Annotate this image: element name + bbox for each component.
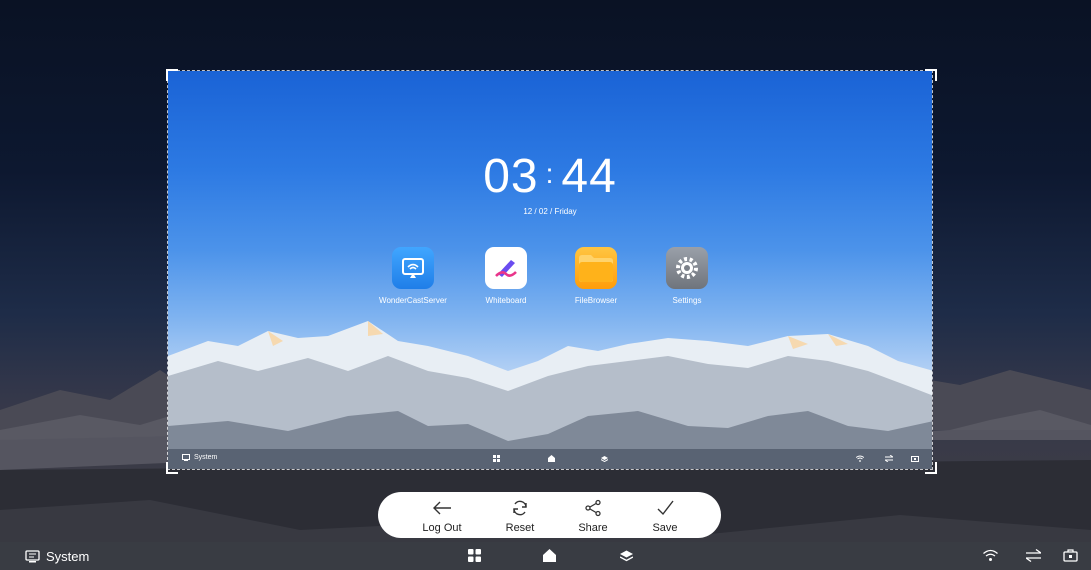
app-settings[interactable]: Settings: [642, 247, 732, 305]
whiteboard-pen-icon: [485, 247, 527, 289]
frame-corner-top-right[interactable]: [925, 69, 937, 81]
cast-icon: [392, 247, 434, 289]
clock: 03:44: [168, 149, 932, 204]
frame-corner-bottom-right[interactable]: [925, 462, 937, 474]
transfer-icon[interactable]: [1026, 549, 1041, 562]
toolbox-icon[interactable]: [911, 455, 919, 462]
layers-icon[interactable]: [601, 455, 608, 462]
clock-separator: :: [545, 158, 555, 189]
folder-icon: [575, 247, 617, 289]
checkmark-icon: [635, 497, 695, 519]
app-label: FileBrowser: [574, 296, 618, 305]
toolbox-icon[interactable]: [1063, 549, 1078, 562]
apps-grid-icon[interactable]: [468, 549, 481, 562]
home-icon[interactable]: [548, 455, 555, 462]
app-label: WonderCastServer: [379, 296, 447, 305]
save-button[interactable]: Save: [635, 497, 695, 534]
save-label: Save: [652, 522, 678, 534]
arrow-left-icon: [412, 497, 472, 519]
reset-label: Reset: [505, 522, 535, 534]
app-label: Whiteboard: [485, 296, 527, 305]
share-icon: [563, 497, 623, 519]
home-icon[interactable]: [543, 549, 556, 562]
layers-icon[interactable]: [620, 549, 633, 562]
taskbar: System: [0, 542, 1091, 570]
app-filebrowser[interactable]: FileBrowser: [551, 247, 641, 305]
inner-system-label: System: [194, 454, 218, 461]
reset-button[interactable]: Reset: [490, 497, 550, 534]
system-icon: [182, 454, 190, 461]
system-button[interactable]: System: [25, 549, 89, 564]
date-label: 12 / 02 / Friday: [523, 207, 577, 216]
gear-icon: [666, 247, 708, 289]
system-icon: [25, 550, 40, 563]
capture-region[interactable]: 03:44 12 / 02 / Friday WonderCastServer …: [167, 70, 933, 470]
wifi-icon[interactable]: [983, 549, 998, 562]
log-out-button[interactable]: Log Out: [412, 497, 472, 534]
capture-toolbar: Log Out Reset Share Save: [378, 492, 721, 538]
wifi-icon[interactable]: [856, 455, 864, 462]
app-whiteboard[interactable]: Whiteboard: [461, 247, 551, 305]
inner-taskbar: System: [168, 449, 932, 469]
inner-system-button[interactable]: System: [182, 454, 217, 461]
frame-corner-top-left[interactable]: [166, 69, 178, 81]
clock-minutes: 44: [561, 150, 617, 203]
app-label: Settings: [672, 296, 702, 305]
refresh-icon: [490, 497, 550, 519]
share-button[interactable]: Share: [563, 497, 623, 534]
system-label: System: [46, 549, 90, 564]
frame-corner-bottom-left[interactable]: [166, 462, 178, 474]
log-out-label: Log Out: [422, 522, 462, 534]
transfer-icon[interactable]: [885, 455, 893, 462]
apps-grid-icon[interactable]: [493, 455, 500, 462]
app-wondercastserver[interactable]: WonderCastServer: [368, 247, 458, 305]
share-label: Share: [578, 522, 608, 534]
clock-hours: 03: [483, 150, 539, 203]
mountain-range: [168, 321, 932, 469]
